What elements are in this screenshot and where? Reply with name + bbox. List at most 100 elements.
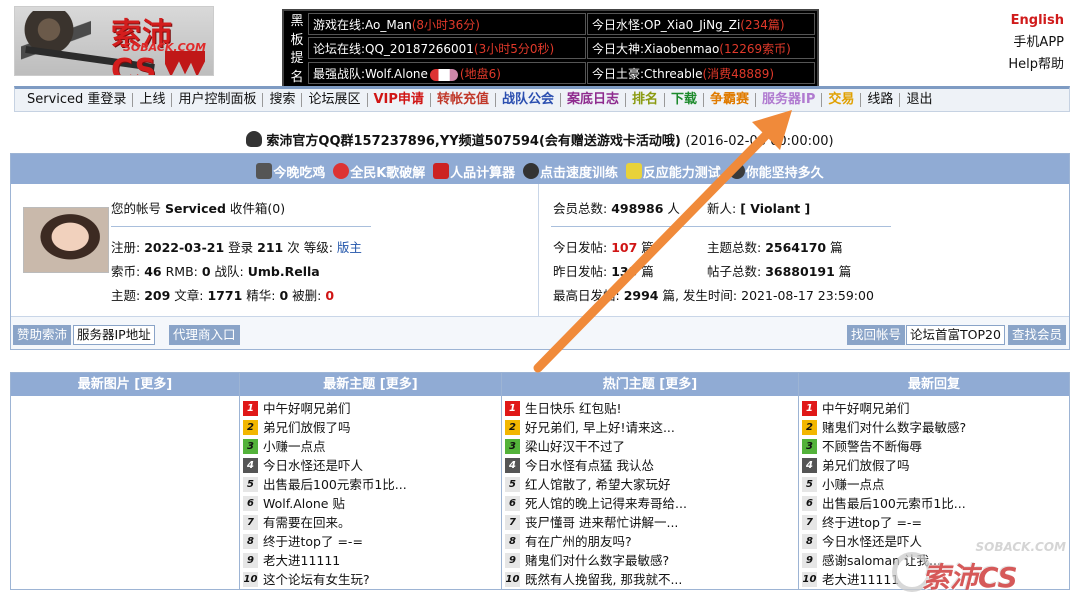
topic-title[interactable]: 出售最后100元索币1比... — [263, 475, 407, 494]
topic-title[interactable]: 小赚一点点 — [822, 475, 885, 494]
topic-title[interactable]: 红人馆散了, 希望大家玩好 — [525, 475, 670, 494]
recover-account-button[interactable]: 找回帐号 — [847, 325, 906, 345]
english-link[interactable]: English — [1008, 10, 1064, 32]
nav-item-4[interactable]: 论坛展区 — [302, 93, 368, 107]
topic-title[interactable]: 既然有人挽留我, 那我就不... — [525, 570, 682, 589]
nav-item-8[interactable]: 案底日志 — [561, 93, 626, 107]
nav-item-0[interactable]: Serviced 重登录 — [21, 93, 134, 107]
list-item[interactable]: 2 弟兄们放假了吗 — [243, 418, 501, 437]
feature-rp-calc[interactable]: 人品计算器 — [433, 163, 515, 181]
rich-top20-button[interactable]: 论坛首富TOP20 — [906, 325, 1005, 345]
nav-item-5[interactable]: VIP申请 — [368, 93, 431, 107]
nav-item-2[interactable]: 用户控制面板 — [172, 93, 264, 107]
topic-title[interactable]: 赌鬼们对什么数字最敏感? — [822, 418, 966, 437]
help-link[interactable]: Help帮助 — [1008, 54, 1064, 76]
list-item[interactable]: 4 今日水怪还是吓人 — [243, 456, 501, 475]
feature-endurance[interactable]: 你能坚持多久 — [728, 163, 824, 181]
list-item[interactable]: 9 老大进11111 — [243, 551, 501, 570]
list-item[interactable]: 8 终于进top了 =-= — [243, 532, 501, 551]
list-item[interactable]: 6 Wolf.Alone 贴 — [243, 494, 501, 513]
topic-title[interactable]: 有需要在回来。 — [263, 513, 351, 532]
list-item[interactable]: 10 既然有人挽留我, 那我就不... — [505, 570, 798, 589]
list-item[interactable]: 5 红人馆散了, 希望大家玩好 — [505, 475, 798, 494]
list-item[interactable]: 3 小赚一点点 — [243, 437, 501, 456]
level-link[interactable]: 版主 — [337, 240, 362, 255]
new-topics-header[interactable]: 最新主题 [更多] — [240, 373, 501, 396]
topic-title[interactable]: 丧尸懂哥 进来帮忙讲解一... — [525, 513, 678, 532]
list-item[interactable]: 4 今日水怪有点猛 我认怂 — [505, 456, 798, 475]
nav-item-13[interactable]: 交易 — [822, 93, 862, 107]
topic-title[interactable]: 弟兄们放假了吗 — [263, 418, 351, 437]
nav-item-11[interactable]: 争霸赛 — [704, 93, 757, 107]
topic-title[interactable]: 弟兄们放假了吗 — [822, 456, 910, 475]
mobile-app-link[interactable]: 手机APP — [1008, 32, 1064, 54]
list-item[interactable]: 3 梁山好汉干不过了 — [505, 437, 798, 456]
topic-title[interactable]: 生日快乐 红包贴! — [525, 399, 622, 418]
list-item[interactable]: 5 小赚一点点 — [802, 475, 1069, 494]
topic-title[interactable]: 出售最后100元索币1比... — [822, 494, 966, 513]
sponsor-button[interactable]: 赞助索沛 — [13, 325, 72, 345]
list-item[interactable]: 9 赌鬼们对什么数字最敏感? — [505, 551, 798, 570]
server-ip-button[interactable]: 服务器IP地址 — [73, 325, 155, 345]
topic-title[interactable]: 中午好啊兄弟们 — [263, 399, 351, 418]
feature-chicken[interactable]: 今晚吃鸡 — [256, 163, 325, 181]
list-item[interactable]: 3 不顾警告不断侮辱 — [802, 437, 1069, 456]
blackboard-forum-online[interactable]: 论坛在线:QQ_20187266001(3小时5分0秒) — [308, 37, 586, 59]
inbox-link[interactable]: 收件箱(0) — [230, 201, 285, 216]
nav-item-15[interactable]: 退出 — [900, 93, 938, 107]
feature-click-speed[interactable]: 点击速度训练 — [522, 163, 618, 181]
avatar[interactable] — [23, 207, 109, 273]
list-item[interactable]: 6 死人馆的晚上记得来寿哥给... — [505, 494, 798, 513]
list-item[interactable]: 1 中午好啊兄弟们 — [243, 399, 501, 418]
nav-item-1[interactable]: 上线 — [133, 93, 173, 107]
nav-item-3[interactable]: 搜索 — [263, 93, 303, 107]
topic-title[interactable]: 有在广州的朋友吗? — [525, 532, 632, 551]
feature-reaction[interactable]: 反应能力测试 — [625, 163, 721, 181]
topic-title[interactable]: 赌鬼们对什么数字最敏感? — [525, 551, 669, 570]
newbie-link[interactable]: [ Violant ] — [740, 201, 810, 216]
username[interactable]: Serviced — [165, 201, 226, 216]
topic-title[interactable]: 不顾警告不断侮辱 — [822, 437, 922, 456]
blackboard-water-monster[interactable]: 今日水怪:OP_Xia0_JiNg_Zi(234篇) — [587, 13, 815, 35]
find-member-button[interactable]: 查找会员 — [1008, 325, 1067, 345]
list-item[interactable]: 4 弟兄们放假了吗 — [802, 456, 1069, 475]
topic-title[interactable]: 这个论坛有女生玩? — [263, 570, 370, 589]
list-item[interactable]: 10 这个论坛有女生玩? — [243, 570, 501, 589]
list-item[interactable]: 6 出售最后100元索币1比... — [802, 494, 1069, 513]
feature-karaoke[interactable]: 全民K歌破解 — [333, 163, 425, 181]
nav-item-6[interactable]: 转帐充值 — [431, 93, 496, 107]
list-item[interactable]: 5 出售最后100元索币1比... — [243, 475, 501, 494]
topic-title[interactable]: 终于进top了 =-= — [263, 532, 363, 551]
topic-title[interactable]: 死人馆的晚上记得来寿哥给... — [525, 494, 687, 513]
topic-title[interactable]: Wolf.Alone 贴 — [263, 494, 345, 513]
nav-item-9[interactable]: 排名 — [626, 93, 665, 107]
site-logo[interactable]: 索沛CS SOBACK.COM — [14, 6, 214, 76]
list-item[interactable]: 7 有需要在回来。 — [243, 513, 501, 532]
blackboard-today-god[interactable]: 今日大神:Xiaobenmao(12269索币) — [587, 37, 815, 59]
list-item[interactable]: 1 生日快乐 红包贴! — [505, 399, 798, 418]
list-item[interactable]: 2 好兄弟们, 早上好!请来这... — [505, 418, 798, 437]
agent-button[interactable]: 代理商入口 — [169, 325, 240, 345]
blackboard-rich-user[interactable]: 今日土豪:Cthreable(消费48889) — [587, 62, 815, 84]
topic-title[interactable]: 今日水怪有点猛 我认怂 — [525, 456, 654, 475]
nav-item-12[interactable]: 服务器IP — [756, 93, 823, 107]
team-link[interactable]: Umb.Rella — [248, 264, 320, 279]
nav-item-7[interactable]: 战队公会 — [496, 93, 561, 107]
notice-text[interactable]: 索沛官方QQ群157237896,YY频道507594(会有赠送游戏卡活动哦) — [266, 134, 680, 149]
blackboard-strongest-team[interactable]: 最强战队:Wolf.Alone (地盘6) — [308, 62, 586, 84]
topic-title[interactable]: 好兄弟们, 早上好!请来这... — [525, 418, 675, 437]
topic-title[interactable]: 老大进11111 — [263, 551, 340, 570]
list-item[interactable]: 7 丧尸懂哥 进来帮忙讲解一... — [505, 513, 798, 532]
blackboard-game-online[interactable]: 游戏在线:Ao_Man(8小时36分) — [308, 13, 586, 35]
hot-topics-header[interactable]: 热门主题 [更多] — [502, 373, 798, 396]
nav-item-10[interactable]: 下载 — [665, 93, 705, 107]
list-item[interactable]: 1 中午好啊兄弟们 — [802, 399, 1069, 418]
topic-title[interactable]: 终于进top了 =-= — [822, 513, 922, 532]
list-item[interactable]: 8 有在广州的朋友吗? — [505, 532, 798, 551]
topic-title[interactable]: 中午好啊兄弟们 — [822, 399, 910, 418]
latest-images-header[interactable]: 最新图片 [更多] — [11, 373, 239, 396]
topic-title[interactable]: 今日水怪还是吓人 — [263, 456, 363, 475]
topic-title[interactable]: 小赚一点点 — [263, 437, 326, 456]
nav-item-14[interactable]: 线路 — [861, 93, 901, 107]
topic-title[interactable]: 梁山好汉干不过了 — [525, 437, 625, 456]
